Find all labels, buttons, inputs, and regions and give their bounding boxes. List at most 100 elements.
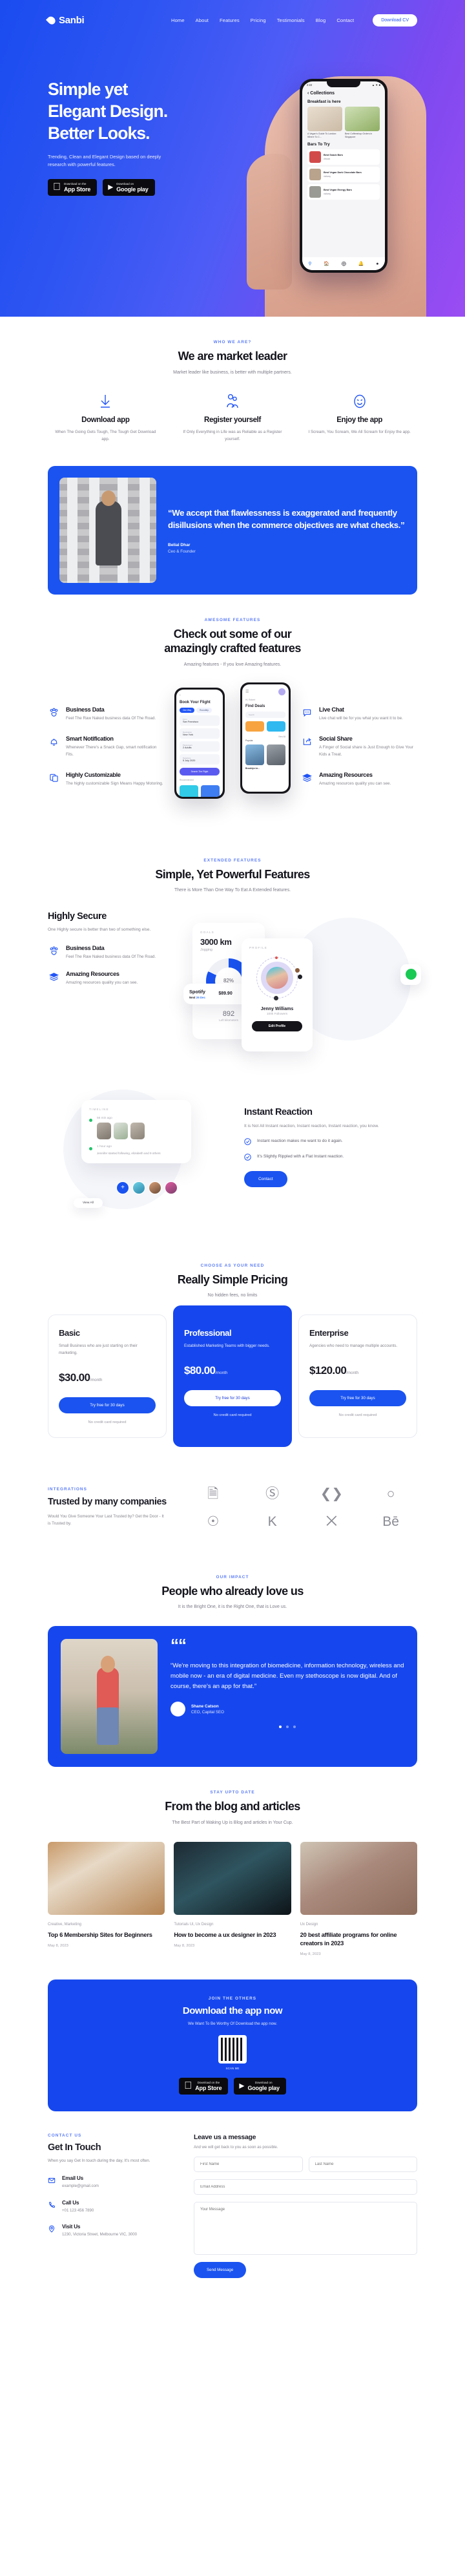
- view-all-button[interactable]: View All: [74, 1198, 103, 1208]
- search-input[interactable]: Search: [245, 711, 285, 718]
- xbox-icon[interactable]: ⨉: [326, 1515, 337, 1528]
- hero-section: Sanbi Home About Features Pricing Testim…: [0, 0, 465, 317]
- list-item[interactable]: Best Vegan Energy Bars nisfamy: [307, 184, 380, 200]
- feature-highly-customizable: Highly Customizable The highly customiza…: [48, 772, 164, 788]
- nav-link-home[interactable]: Home: [171, 17, 185, 23]
- contact-button[interactable]: Contact: [244, 1171, 287, 1188]
- timeline-thumb-1[interactable]: [97, 1122, 111, 1139]
- feature-text: Amazing resources quality you can see.: [319, 781, 391, 786]
- add-person-button[interactable]: +: [116, 1181, 129, 1194]
- menu-icon[interactable]: ☰: [245, 690, 249, 694]
- nav-link-testimonials[interactable]: Testimonials: [277, 17, 305, 23]
- phone-back-header[interactable]: ‹ Collections: [302, 87, 385, 98]
- plan-cta-button[interactable]: Try free for 30 days: [309, 1389, 406, 1406]
- avatar[interactable]: [132, 1181, 145, 1194]
- impact-title: People who already love us: [161, 1584, 304, 1598]
- contact-address: Visit Us 1230, Victoria Street, Melbourn…: [48, 2224, 177, 2238]
- blog-post-1[interactable]: Creative, Marketing Top 6 Membership Sit…: [48, 1841, 165, 1956]
- phone-caption-2: Best Coffeeshop Orders in Singapore: [345, 132, 373, 138]
- message-field[interactable]: [194, 2202, 417, 2255]
- contact-item-value[interactable]: example@gmail.com: [62, 2183, 99, 2190]
- pill-roundtrip[interactable]: Roundtrip: [196, 707, 212, 713]
- nav-link-features[interactable]: Features: [220, 17, 240, 23]
- field-passengers[interactable]: Passengers 2 Adults: [180, 741, 220, 752]
- field-destination[interactable]: Destination New York: [180, 728, 220, 739]
- quote-author-name: Belial Dhar: [168, 542, 191, 547]
- profile-icon[interactable]: ●: [376, 262, 378, 266]
- field-departure[interactable]: Departure 5 July 2020: [180, 754, 220, 765]
- nav-link-contact[interactable]: Contact: [336, 17, 354, 23]
- download-cv-button[interactable]: Download CV: [373, 14, 417, 26]
- avatar[interactable]: [165, 1181, 178, 1194]
- google-play-button[interactable]: ▸ Download on Google play: [234, 2078, 286, 2095]
- paw-icon: [48, 945, 59, 961]
- quote-content: “We accept that flawlessness is exaggera…: [168, 507, 406, 554]
- nav-links: Home About Features Pricing Testimonials…: [171, 14, 417, 26]
- home-icon[interactable]: 🏠: [324, 261, 329, 266]
- plan-cta-button[interactable]: Try free for 30 days: [184, 1389, 281, 1406]
- popular-card-1[interactable]: [245, 744, 264, 765]
- category-tile-hotel[interactable]: [267, 721, 285, 732]
- list-item[interactable]: Best Vegan Dark Chocolate Bars nisfamy: [307, 167, 380, 183]
- check-circle-icon: [244, 1154, 251, 1161]
- kickstarter-icon[interactable]: K: [268, 1515, 277, 1528]
- first-name-field[interactable]: [194, 2157, 303, 2173]
- timeline-card: TIMELINE 56 min ago 1 hour ago Jennifer …: [81, 1099, 191, 1163]
- app-store-button[interactable]:  Download on the App Store: [48, 179, 98, 196]
- search-flight-button[interactable]: Search The Flight: [180, 767, 220, 776]
- phone-tile-2[interactable]: [345, 107, 380, 131]
- behance-icon[interactable]: Bē: [382, 1515, 399, 1528]
- pill-one-way[interactable]: One Way: [180, 707, 195, 713]
- send-message-button[interactable]: Send Message: [194, 2262, 247, 2279]
- github-icon[interactable]: ○: [387, 1487, 395, 1501]
- field-from[interactable]: From San Francisco: [180, 715, 220, 726]
- timeline-time: 56 min ago: [97, 1116, 112, 1120]
- profile-followers: 100k Followers: [266, 1012, 288, 1016]
- timeline-thumb-3[interactable]: [130, 1122, 145, 1139]
- plan-cta-button[interactable]: Try free for 30 days: [59, 1397, 156, 1413]
- field-value: San Francisco: [183, 720, 199, 723]
- nav-link-blog[interactable]: Blog: [316, 17, 326, 23]
- category-tile-tour[interactable]: [245, 721, 264, 732]
- skype-icon[interactable]: Ⓢ: [265, 1487, 279, 1501]
- app-store-button[interactable]:  Download on the App Store: [179, 2078, 229, 2095]
- recommended-card-2[interactable]: [201, 785, 220, 797]
- highly-secure-block: Highly Secure One Highly secure is bette…: [48, 911, 421, 1060]
- brand-logo[interactable]: Sanbi: [46, 15, 85, 26]
- view-all-link[interactable]: View All: [245, 735, 285, 738]
- spotify-icon[interactable]: ☉: [207, 1515, 219, 1528]
- phone-tile-1[interactable]: [307, 107, 342, 131]
- email-field[interactable]: [194, 2179, 417, 2195]
- list-item[interactable]: Best Snack Bars dhwani: [307, 149, 380, 165]
- testimonial-photo: [61, 1639, 158, 1755]
- goals-percent: 82%: [223, 978, 234, 984]
- carousel-dot-2[interactable]: [286, 1726, 289, 1729]
- nav-link-pricing[interactable]: Pricing: [251, 17, 266, 23]
- last-name-field[interactable]: [308, 2157, 417, 2173]
- search-icon[interactable]: ⚲: [308, 261, 311, 266]
- blog-post-3[interactable]: Ux Design 20 best affiliate programs for…: [300, 1841, 417, 1956]
- vscode-icon[interactable]: ❮❯: [320, 1487, 343, 1501]
- plan-basic: Basic Small Business who are just starti…: [48, 1314, 167, 1438]
- recommended-card-1[interactable]: [180, 785, 198, 797]
- profile-avatar-ring: [256, 956, 302, 1000]
- spotify-next-label: Next: [189, 995, 196, 999]
- nav-link-about[interactable]: About: [196, 17, 209, 23]
- carousel-dot-1[interactable]: [279, 1726, 282, 1729]
- instant-reaction-copy: Instant Reaction It is Not All Instant r…: [244, 1107, 417, 1188]
- google-play-button[interactable]: ▸ Download on Google play: [103, 179, 155, 196]
- popular-card-2[interactable]: [267, 744, 285, 765]
- bell-icon[interactable]: 🔔: [358, 261, 364, 266]
- contact-item-value[interactable]: +01 123 456 7890: [62, 2208, 94, 2214]
- notion-icon[interactable]: 🗎: [207, 1487, 218, 1501]
- avatar[interactable]: [278, 688, 285, 695]
- phone-status-icons: ▲ ▼ ■: [371, 83, 380, 87]
- add-icon[interactable]: ⨁: [342, 261, 346, 266]
- timeline-thumb-2[interactable]: [114, 1122, 128, 1139]
- avatar[interactable]: [149, 1181, 161, 1194]
- blog-post-2[interactable]: Tutorials Ui, Ux Design How to become a …: [174, 1841, 291, 1956]
- carousel-dot-3[interactable]: [293, 1726, 296, 1729]
- hero-subtitle: Trending, Clean and Elegant Design based…: [48, 153, 161, 168]
- edit-profile-button[interactable]: Edit Profile: [252, 1020, 302, 1031]
- plan-professional: Professional Established Marketing Teams…: [173, 1305, 292, 1447]
